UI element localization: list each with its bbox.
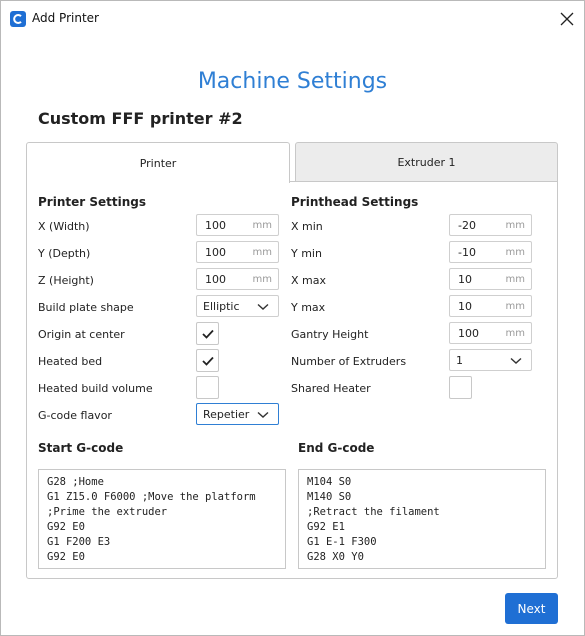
y-max-label: Y max — [291, 301, 326, 314]
field-unit: mm — [505, 328, 525, 339]
next-button[interactable]: Next — [505, 593, 558, 624]
tab-extruder-1[interactable]: Extruder 1 — [295, 142, 558, 182]
field-value: 100 — [205, 273, 226, 286]
y-depth-label: Y (Depth) — [38, 247, 91, 260]
x-width-field[interactable]: 100 mm — [196, 214, 279, 236]
field-unit: mm — [505, 274, 525, 285]
page-heading: Machine Settings — [197, 69, 388, 94]
checkmark-icon — [202, 329, 214, 339]
origin-at-center-checkbox[interactable] — [196, 322, 219, 345]
select-value: 1 — [456, 354, 463, 367]
heated-bed-checkbox[interactable] — [196, 349, 219, 372]
field-value: 100 — [205, 246, 226, 259]
gcode-flavor-select[interactable]: Repetier — [196, 403, 279, 425]
field-unit: mm — [505, 301, 525, 312]
end-gcode-title: End G-code — [298, 441, 375, 455]
title-bar: Add Printer — [1, 1, 584, 37]
build-plate-shape-select[interactable]: Elliptic — [196, 295, 279, 317]
chevron-down-icon — [257, 411, 269, 418]
close-icon — [560, 12, 574, 26]
field-value: -20 — [458, 219, 476, 232]
y-max-field[interactable]: 10 mm — [449, 295, 532, 317]
field-value: 10 — [458, 300, 472, 313]
start-gcode-editor[interactable]: G28 ;Home G1 Z15.0 F6000 ;Move the platf… — [38, 469, 286, 569]
field-value: -10 — [458, 246, 476, 259]
gcode-flavor-label: G-code flavor — [38, 409, 112, 422]
field-value: 100 — [458, 327, 479, 340]
build-plate-shape-label: Build plate shape — [38, 301, 134, 314]
field-unit: mm — [252, 220, 272, 231]
close-button[interactable] — [553, 5, 581, 33]
chevron-down-icon — [257, 303, 269, 310]
z-height-label: Z (Height) — [38, 274, 94, 287]
origin-at-center-label: Origin at center — [38, 328, 125, 341]
x-min-field[interactable]: -20 mm — [449, 214, 532, 236]
printhead-settings-title: Printhead Settings — [291, 195, 419, 209]
cura-app-icon — [10, 11, 26, 27]
tab-printer[interactable]: Printer — [26, 142, 290, 183]
checkmark-icon — [202, 356, 214, 366]
gantry-height-label: Gantry Height — [291, 328, 369, 341]
heated-build-volume-checkbox[interactable] — [196, 376, 219, 399]
x-min-label: X min — [291, 220, 323, 233]
end-gcode-editor[interactable]: M104 S0 M140 S0 ;Retract the filament G9… — [298, 469, 546, 569]
x-max-label: X max — [291, 274, 326, 287]
window-title: Add Printer — [32, 11, 99, 25]
printer-settings-title: Printer Settings — [38, 195, 146, 209]
tab-label: Extruder 1 — [397, 155, 456, 169]
field-unit: mm — [252, 247, 272, 258]
field-unit: mm — [505, 247, 525, 258]
field-unit: mm — [505, 220, 525, 231]
heated-build-volume-label: Heated build volume — [38, 382, 153, 395]
add-printer-dialog: Add Printer Machine Settings Custom FFF … — [0, 0, 585, 636]
printer-name: Custom FFF printer #2 — [38, 109, 243, 128]
select-value: Elliptic — [203, 300, 240, 313]
field-value: 100 — [205, 219, 226, 232]
y-min-field[interactable]: -10 mm — [449, 241, 532, 263]
number-of-extruders-select[interactable]: 1 — [449, 349, 532, 371]
shared-heater-label: Shared Heater — [291, 382, 371, 395]
start-gcode-title: Start G-code — [38, 441, 124, 455]
shared-heater-checkbox[interactable] — [449, 376, 472, 399]
y-depth-field[interactable]: 100 mm — [196, 241, 279, 263]
field-unit: mm — [252, 274, 272, 285]
tab-label: Printer — [139, 156, 177, 170]
z-height-field[interactable]: 100 mm — [196, 268, 279, 290]
select-value: Repetier — [203, 408, 250, 421]
number-of-extruders-label: Number of Extruders — [291, 355, 407, 368]
field-value: 10 — [458, 273, 472, 286]
chevron-down-icon — [510, 357, 522, 364]
y-min-label: Y min — [291, 247, 322, 260]
gantry-height-field[interactable]: 100 mm — [449, 322, 532, 344]
x-max-field[interactable]: 10 mm — [449, 268, 532, 290]
heated-bed-label: Heated bed — [38, 355, 103, 368]
x-width-label: X (Width) — [38, 220, 90, 233]
